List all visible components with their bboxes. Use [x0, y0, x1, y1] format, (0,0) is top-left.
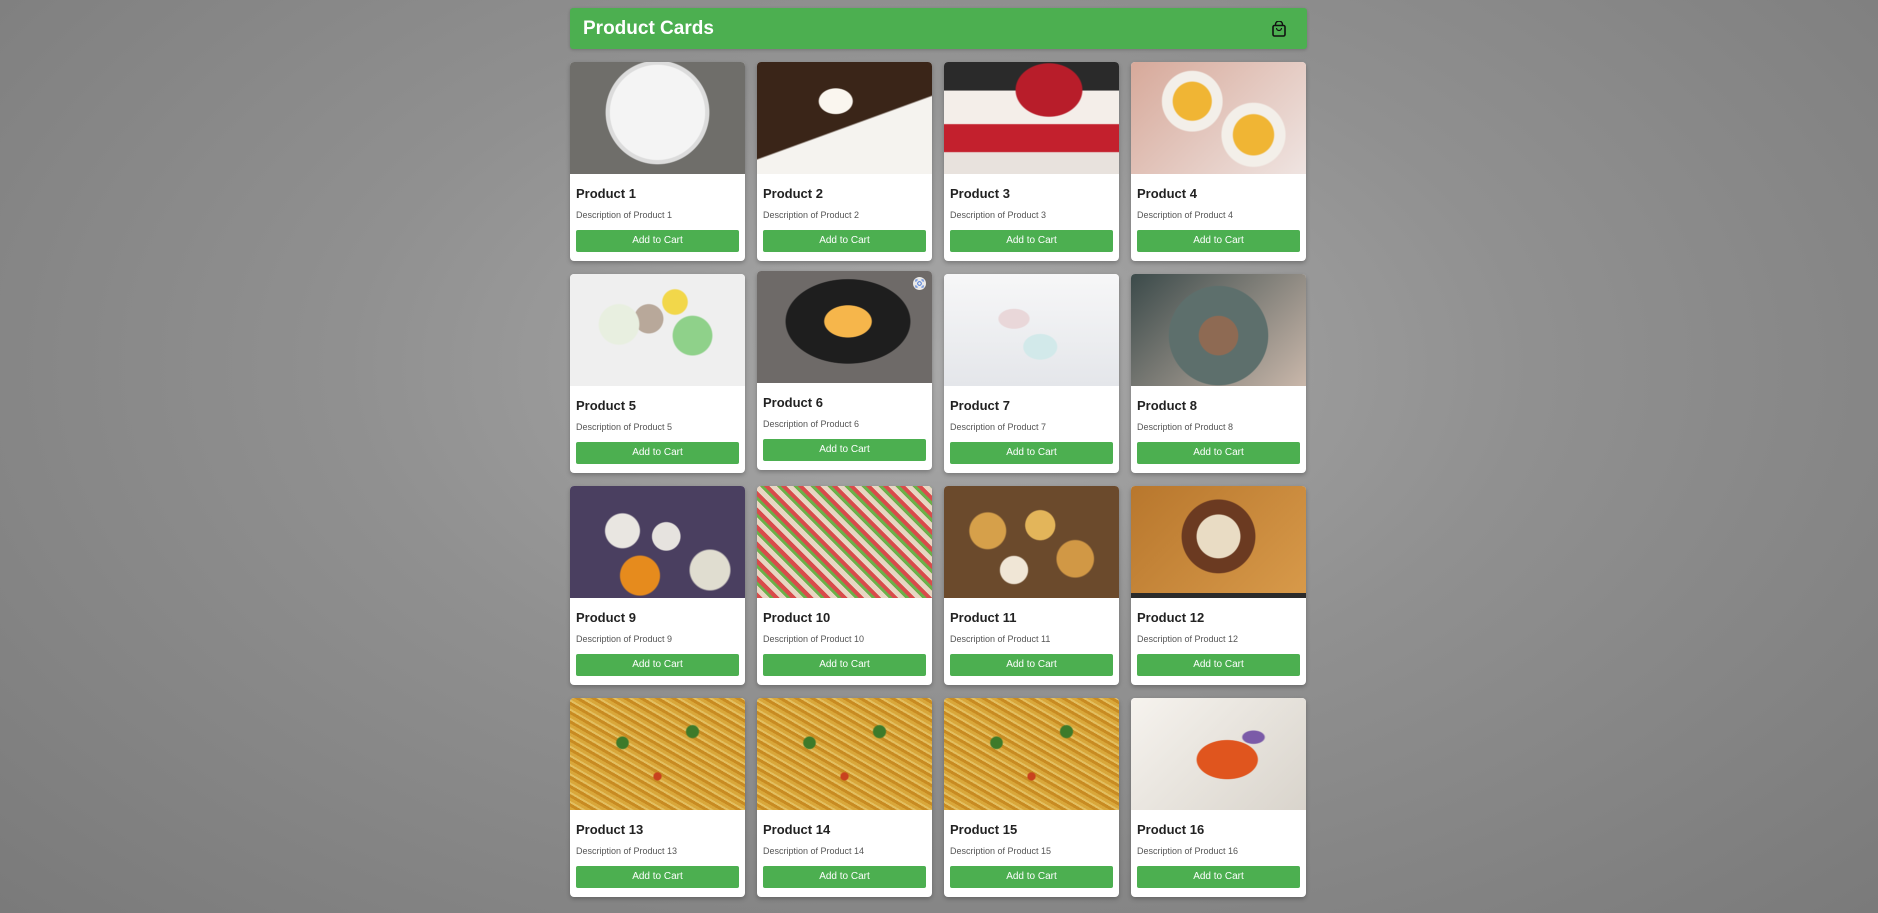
product-image: [757, 271, 932, 383]
product-description: Description of Product 14: [763, 846, 865, 856]
add-to-cart-button[interactable]: Add to Cart: [763, 230, 926, 252]
add-to-cart-button[interactable]: Add to Cart: [1137, 230, 1300, 252]
add-to-cart-button[interactable]: Add to Cart: [763, 439, 926, 461]
product-image: [570, 274, 745, 386]
product-title: Product 12: [1137, 610, 1205, 625]
product-title: Product 8: [1137, 398, 1197, 413]
product-image: [944, 698, 1119, 810]
add-to-cart-button[interactable]: Add to Cart: [576, 654, 739, 676]
product-title: Product 15: [950, 822, 1018, 837]
product-title: Product 2: [763, 186, 823, 201]
shopping-bag-icon: [1272, 20, 1286, 37]
product-card: Product 4 Description of Product 4 Add t…: [1131, 62, 1306, 261]
product-card: Product 14 Description of Product 14 Add…: [757, 698, 932, 897]
product-card: Product 2 Description of Product 2 Add t…: [757, 62, 932, 261]
product-card: Product 1 Description of Product 1 Add t…: [570, 62, 745, 261]
app-container: Product Cards Product 1 Description of P…: [570, 8, 1307, 897]
cart-button[interactable]: [1267, 17, 1291, 41]
product-title: Product 10: [763, 610, 831, 625]
product-description: Description of Product 5: [576, 422, 673, 432]
header-bar: Product Cards: [570, 8, 1307, 49]
add-to-cart-button[interactable]: Add to Cart: [576, 230, 739, 252]
product-card: Product 5 Description of Product 5 Add t…: [570, 274, 745, 473]
product-card: Product 7 Description of Product 7 Add t…: [944, 274, 1119, 473]
product-image: [570, 486, 745, 598]
product-card: Product 6 Description of Product 6 Add t…: [757, 271, 932, 470]
product-grid: Product 1 Description of Product 1 Add t…: [570, 62, 1307, 897]
add-to-cart-button[interactable]: Add to Cart: [1137, 654, 1300, 676]
product-description: Description of Product 12: [1137, 634, 1239, 644]
product-image: [944, 62, 1119, 174]
product-description: Description of Product 9: [576, 634, 673, 644]
product-title: Product 14: [763, 822, 831, 837]
product-card: Product 16 Description of Product 16 Add…: [1131, 698, 1306, 897]
product-description: Description of Product 16: [1137, 846, 1239, 856]
add-to-cart-button[interactable]: Add to Cart: [950, 866, 1113, 888]
add-to-cart-button[interactable]: Add to Cart: [763, 866, 926, 888]
product-card: Product 8 Description of Product 8 Add t…: [1131, 274, 1306, 473]
page-title: Product Cards: [583, 17, 714, 39]
add-to-cart-button[interactable]: Add to Cart: [950, 654, 1113, 676]
product-description: Description of Product 1: [576, 210, 673, 220]
add-to-cart-button[interactable]: Add to Cart: [1137, 442, 1300, 464]
product-title: Product 9: [576, 610, 636, 625]
product-title: Product 7: [950, 398, 1010, 413]
product-description: Description of Product 7: [950, 422, 1047, 432]
add-to-cart-button[interactable]: Add to Cart: [950, 442, 1113, 464]
lens-icon: [915, 279, 924, 288]
product-title: Product 13: [576, 822, 644, 837]
product-card: Product 10 Description of Product 10 Add…: [757, 486, 932, 685]
add-to-cart-button[interactable]: Add to Cart: [1137, 866, 1300, 888]
product-description: Description of Product 11: [950, 634, 1051, 644]
product-title: Product 4: [1137, 186, 1197, 201]
product-description: Description of Product 4: [1137, 210, 1234, 220]
add-to-cart-button[interactable]: Add to Cart: [763, 654, 926, 676]
product-description: Description of Product 3: [950, 210, 1047, 220]
product-card: Product 13 Description of Product 13 Add…: [570, 698, 745, 897]
product-card: Product 9 Description of Product 9 Add t…: [570, 486, 745, 685]
product-description: Description of Product 13: [576, 846, 678, 856]
product-image: [1131, 486, 1306, 598]
product-image: [757, 62, 932, 174]
product-title: Product 3: [950, 186, 1010, 201]
product-card: Product 3 Description of Product 3 Add t…: [944, 62, 1119, 261]
add-to-cart-button[interactable]: Add to Cart: [576, 442, 739, 464]
product-description: Description of Product 15: [950, 846, 1052, 856]
add-to-cart-button[interactable]: Add to Cart: [950, 230, 1113, 252]
product-image: [570, 698, 745, 810]
product-image: [570, 62, 745, 174]
product-title: Product 1: [576, 186, 636, 201]
product-description: Description of Product 6: [763, 419, 860, 429]
product-description: Description of Product 2: [763, 210, 860, 220]
product-image: [1131, 62, 1306, 174]
add-to-cart-button[interactable]: Add to Cart: [576, 866, 739, 888]
visual-search-icon[interactable]: [913, 277, 926, 290]
product-card: Product 11 Description of Product 11 Add…: [944, 486, 1119, 685]
product-title: Product 11: [950, 610, 1017, 625]
product-card: Product 12 Description of Product 12 Add…: [1131, 486, 1306, 685]
product-title: Product 6: [763, 395, 823, 410]
product-image: [1131, 274, 1306, 386]
product-image: [1131, 698, 1306, 810]
product-card: Product 15 Description of Product 15 Add…: [944, 698, 1119, 897]
product-title: Product 5: [576, 398, 636, 413]
product-image: [757, 486, 932, 598]
product-title: Product 16: [1137, 822, 1205, 837]
product-description: Description of Product 8: [1137, 422, 1234, 432]
product-image: [757, 698, 932, 810]
product-description: Description of Product 10: [763, 634, 865, 644]
product-image: [944, 486, 1119, 598]
product-image: [944, 274, 1119, 386]
